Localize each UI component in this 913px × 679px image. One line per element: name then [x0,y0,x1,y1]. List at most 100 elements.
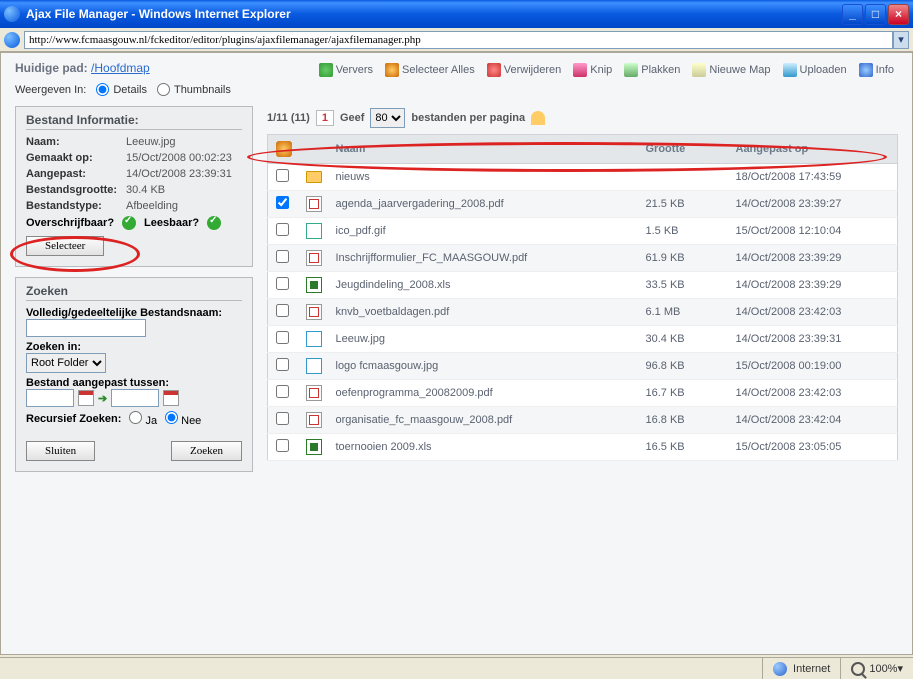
jpg-icon [306,358,322,374]
refresh-button[interactable]: Ververs [315,61,377,79]
search-filename-input[interactable] [26,319,146,337]
paste-icon [624,63,638,77]
address-bar: ▾ [0,28,913,52]
info-icon [859,63,873,77]
file-modified: 14/Oct/2008 23:42:03 [728,380,898,407]
table-row[interactable]: knvb_voetbaldagen.pdf6.1 MB14/Oct/2008 2… [268,299,898,326]
table-row[interactable]: logo fcmaasgouw.jpg96.8 KB15/Oct/2008 00… [268,353,898,380]
file-size [638,164,728,191]
info-size: 30.4 KB [126,184,242,196]
file-size: 30.4 KB [638,326,728,353]
cut-button[interactable]: Knip [569,61,616,79]
row-checkbox[interactable] [276,169,289,182]
url-input[interactable] [24,31,893,49]
arrow-right-icon: ➔ [98,392,107,405]
paste-button[interactable]: Plakken [620,61,684,79]
file-name: Jeugdindeling_2008.xls [328,272,638,299]
row-checkbox[interactable] [276,277,289,290]
table-row[interactable]: agenda_jaarvergadering_2008.pdf21.5 KB14… [268,191,898,218]
table-row[interactable]: nieuws 18/Oct/2008 17:43:59 [268,164,898,191]
row-checkbox[interactable] [276,385,289,398]
calendar-icon[interactable] [78,390,94,406]
calendar-icon[interactable] [163,390,179,406]
pager-summary: 1/11 (11) [267,112,310,124]
window-title: Ajax File Manager - Windows Internet Exp… [26,7,291,21]
file-name: oefenprogramma_20082009.pdf [328,380,638,407]
delete-icon [487,63,501,77]
file-size: 61.9 KB [638,245,728,272]
breadcrumb-root-link[interactable]: /Hoofdmap [91,61,150,75]
col-modified[interactable]: Aangepast op [728,135,898,164]
refresh-icon [319,63,333,77]
close-button[interactable]: Sluiten [26,441,95,461]
pdf-icon [306,304,322,320]
file-modified: 14/Oct/2008 23:39:31 [728,326,898,353]
search-panel: Zoeken Volledig/gedeeltelijke Bestandsna… [15,277,253,472]
new-folder-icon [692,63,706,77]
table-row[interactable]: Inschrijfformulier_FC_MAASGOUW.pdf61.9 K… [268,245,898,272]
minimize-button[interactable]: _ [842,4,863,25]
new-folder-button[interactable]: Nieuwe Map [688,61,774,79]
row-checkbox[interactable] [276,196,289,209]
check-icon [122,216,136,230]
file-name: nieuws [328,164,638,191]
file-name: logo fcmaasgouw.jpg [328,353,638,380]
col-size[interactable]: Grootte [638,135,728,164]
row-checkbox[interactable] [276,358,289,371]
row-checkbox[interactable] [276,331,289,344]
select-button[interactable]: Selecteer [26,236,104,256]
recursive-no-radio[interactable] [165,411,178,424]
select-all-button[interactable]: Selecteer Alles [381,61,479,79]
row-checkbox[interactable] [276,223,289,236]
file-size: 16.7 KB [638,380,728,407]
date-to-input[interactable] [111,389,159,407]
delete-button[interactable]: Verwijderen [483,61,565,79]
table-row[interactable]: Jeugdindeling_2008.xls33.5 KB14/Oct/2008… [268,272,898,299]
file-modified: 18/Oct/2008 17:43:59 [728,164,898,191]
status-bar: Internet 100% ▾ [0,657,913,679]
view-mode-row: Weergeven In: Details Thumbnails [1,79,912,106]
col-name[interactable]: Naam [328,135,638,164]
row-checkbox[interactable] [276,304,289,317]
view-thumbnails-radio[interactable] [157,83,170,96]
file-modified: 15/Oct/2008 23:05:05 [728,434,898,461]
file-modified: 15/Oct/2008 00:19:00 [728,353,898,380]
table-row[interactable]: Leeuw.jpg30.4 KB14/Oct/2008 23:39:31 [268,326,898,353]
file-name: ico_pdf.gif [328,218,638,245]
pdf-icon [306,250,322,266]
ie-icon [4,6,20,22]
pager-current-page[interactable]: 1 [316,110,334,126]
xls-icon [306,277,322,293]
recursive-yes-radio[interactable] [129,411,142,424]
search-button[interactable]: Zoeken [171,441,242,461]
search-folder-select[interactable]: Root Folder [26,353,106,373]
close-button[interactable]: × [888,4,909,25]
table-row[interactable]: toernooien 2009.xls16.5 KB15/Oct/2008 23… [268,434,898,461]
row-checkbox[interactable] [276,439,289,452]
upload-button[interactable]: Uploaden [779,61,851,79]
info-type: Afbeelding [126,200,242,212]
table-row[interactable]: organisatie_fc_maasgouw_2008.pdf16.8 KB1… [268,407,898,434]
table-row[interactable]: ico_pdf.gif1.5 KB15/Oct/2008 12:10:04 [268,218,898,245]
zoom-control[interactable]: 100% ▾ [840,658,913,679]
file-modified: 14/Oct/2008 23:42:04 [728,407,898,434]
row-checkbox[interactable] [276,250,289,263]
table-row[interactable]: oefenprogramma_20082009.pdf16.7 KB14/Oct… [268,380,898,407]
file-info-panel: Bestand Informatie: Naam: Leeuw.jpg Gema… [15,106,253,267]
folder-icon [306,171,322,183]
star-icon [276,141,292,157]
info-created: 15/Oct/2008 00:02:23 [126,152,242,164]
info-modified: 14/Oct/2008 23:39:31 [126,168,242,180]
per-page-select[interactable]: 80 [370,108,405,128]
file-modified: 14/Oct/2008 23:39:29 [728,245,898,272]
info-button[interactable]: Info [855,61,898,79]
date-from-input[interactable] [26,389,74,407]
file-info-heading: Bestand Informatie: [26,113,242,130]
row-checkbox[interactable] [276,412,289,425]
toolbar: Ververs Selecteer Alles Verwijderen Knip… [315,61,898,79]
maximize-button[interactable]: □ [865,4,886,25]
view-details-radio[interactable] [96,83,109,96]
file-modified: 15/Oct/2008 12:10:04 [728,218,898,245]
url-dropdown[interactable]: ▾ [893,31,909,49]
upload-icon [783,63,797,77]
